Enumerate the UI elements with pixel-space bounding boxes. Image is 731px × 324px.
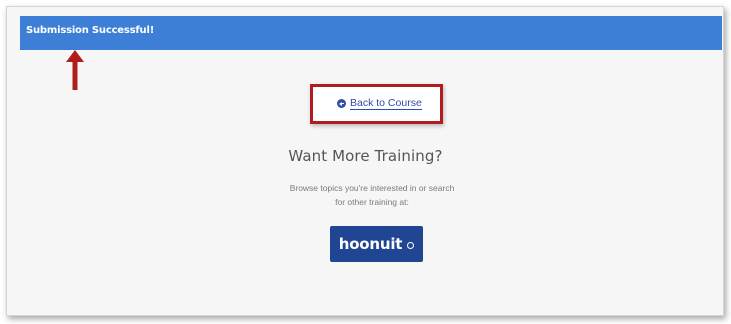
hoonuit-logo-text: hoonuit	[338, 235, 403, 253]
success-banner: Submission Successful!	[20, 16, 722, 50]
want-more-training-heading: Want More Training?	[288, 147, 443, 165]
banner-title: Submission Successful!	[26, 25, 155, 36]
browse-topics-text: Browse topics you're interested in or se…	[289, 183, 455, 193]
arrow-circle-left-icon	[337, 99, 346, 108]
ring-dot-icon	[407, 241, 415, 249]
annotation-highlight-box: Back to Course	[310, 84, 443, 124]
annotation-arrow-up-icon	[66, 50, 84, 90]
back-to-course-link[interactable]: Back to Course	[337, 97, 422, 110]
back-to-course-label: Back to Course	[350, 97, 422, 110]
hoonuit-logo-button[interactable]: hoonuit	[330, 226, 423, 262]
other-training-text: for other training at:	[335, 197, 409, 207]
